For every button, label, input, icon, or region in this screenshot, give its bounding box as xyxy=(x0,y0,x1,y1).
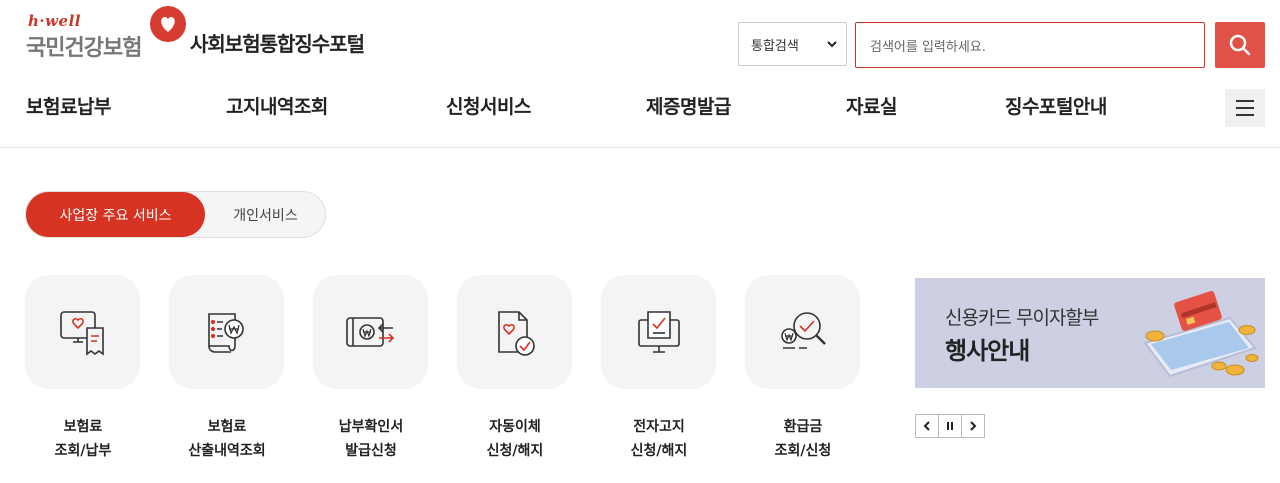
search-scope-select[interactable]: 통합검색 xyxy=(738,22,847,66)
computer-notice-icon xyxy=(637,311,680,353)
banner-line2: 행사안내 xyxy=(945,337,1030,365)
gnb-item-application-service[interactable]: 신청서비스 xyxy=(446,92,531,119)
logo-hwell-text: h·well xyxy=(28,12,81,30)
nhis-logo[interactable]: h·well 국민건강보험 xyxy=(26,6,191,61)
heart-logo-icon xyxy=(150,6,186,42)
document-won-icon xyxy=(207,313,244,353)
gnb-item-resources[interactable]: 자료실 xyxy=(846,92,897,119)
portal-title[interactable]: 사회보험통합징수포털 xyxy=(190,28,365,57)
search-placeholder: 검색어를 입력하세요. xyxy=(870,39,986,55)
banner-line1: 신용카드 무이자할부 xyxy=(945,307,1099,329)
service-payment-certificate[interactable]: 납부확인서 발급신청 xyxy=(313,275,429,465)
tab-personal-services[interactable]: 개인서비스 xyxy=(205,192,326,237)
service-label: 납부확인서 발급신청 xyxy=(338,419,404,459)
site-header: h·well 국민건강보험 사회보험통합징수포털 통합검색 검색어를 입력하세요… xyxy=(0,0,1280,148)
search-button[interactable] xyxy=(1215,22,1265,68)
service-icon-box xyxy=(745,275,860,389)
chevron-left-icon xyxy=(923,421,930,431)
service-premium-inquiry-payment[interactable]: 보험료 조회/납부 xyxy=(25,275,141,465)
service-label: 자동이체 신청/해지 xyxy=(486,419,544,459)
gnb-item-premium-payment[interactable]: 보험료납부 xyxy=(26,92,111,119)
service-label: 보험료 조회/납부 xyxy=(54,419,112,459)
hamburger-icon[interactable] xyxy=(1225,89,1265,127)
search-scope-value: 통합검색 xyxy=(751,38,799,54)
payment-transfer-icon xyxy=(345,317,394,347)
service-label: 전자고지 신청/해지 xyxy=(630,419,688,459)
service-auto-transfer[interactable]: 자동이체 신청/해지 xyxy=(457,275,573,465)
tab-business-services[interactable]: 사업장 주요 서비스 xyxy=(26,192,205,237)
search-icon xyxy=(1229,34,1251,56)
search-input[interactable]: 검색어를 입력하세요. xyxy=(855,22,1205,68)
gnb-item-portal-guide[interactable]: 징수포털안내 xyxy=(1005,92,1107,119)
banner-prev-button[interactable] xyxy=(915,414,939,438)
banner-pause-button[interactable] xyxy=(938,414,962,438)
document-check-icon xyxy=(497,311,535,356)
banner-next-button[interactable] xyxy=(961,414,985,438)
service-label: 환급금 조회/신청 xyxy=(774,419,832,459)
gnb-item-certificate[interactable]: 제증명발급 xyxy=(646,92,731,119)
service-label: 보험료 산출내역조회 xyxy=(188,419,266,459)
chevron-right-icon xyxy=(970,421,977,431)
phone-credit-card-coins-icon xyxy=(1143,291,1259,378)
refund-search-icon xyxy=(780,312,826,349)
service-icon-box xyxy=(169,275,284,389)
chevron-down-icon xyxy=(827,41,837,48)
promo-banner[interactable]: 신용카드 무이자할부 행사안내 xyxy=(915,278,1265,388)
service-refund[interactable]: 환급금 조회/신청 xyxy=(745,275,861,465)
pause-icon xyxy=(947,422,953,430)
logo-brand-text: 국민건강보험 xyxy=(26,36,142,61)
service-icon-box xyxy=(25,275,140,389)
service-tabs: 사업장 주요 서비스 개인서비스 xyxy=(25,191,326,238)
service-icon-box xyxy=(457,275,572,389)
service-premium-calculation[interactable]: 보험료 산출내역조회 xyxy=(169,275,285,465)
monitor-receipt-icon xyxy=(59,311,104,356)
service-icon-box xyxy=(601,275,716,389)
gnb-item-notice-history[interactable]: 고지내역조회 xyxy=(226,92,328,119)
service-e-notice[interactable]: 전자고지 신청/해지 xyxy=(601,275,717,465)
service-icon-box xyxy=(313,275,428,389)
